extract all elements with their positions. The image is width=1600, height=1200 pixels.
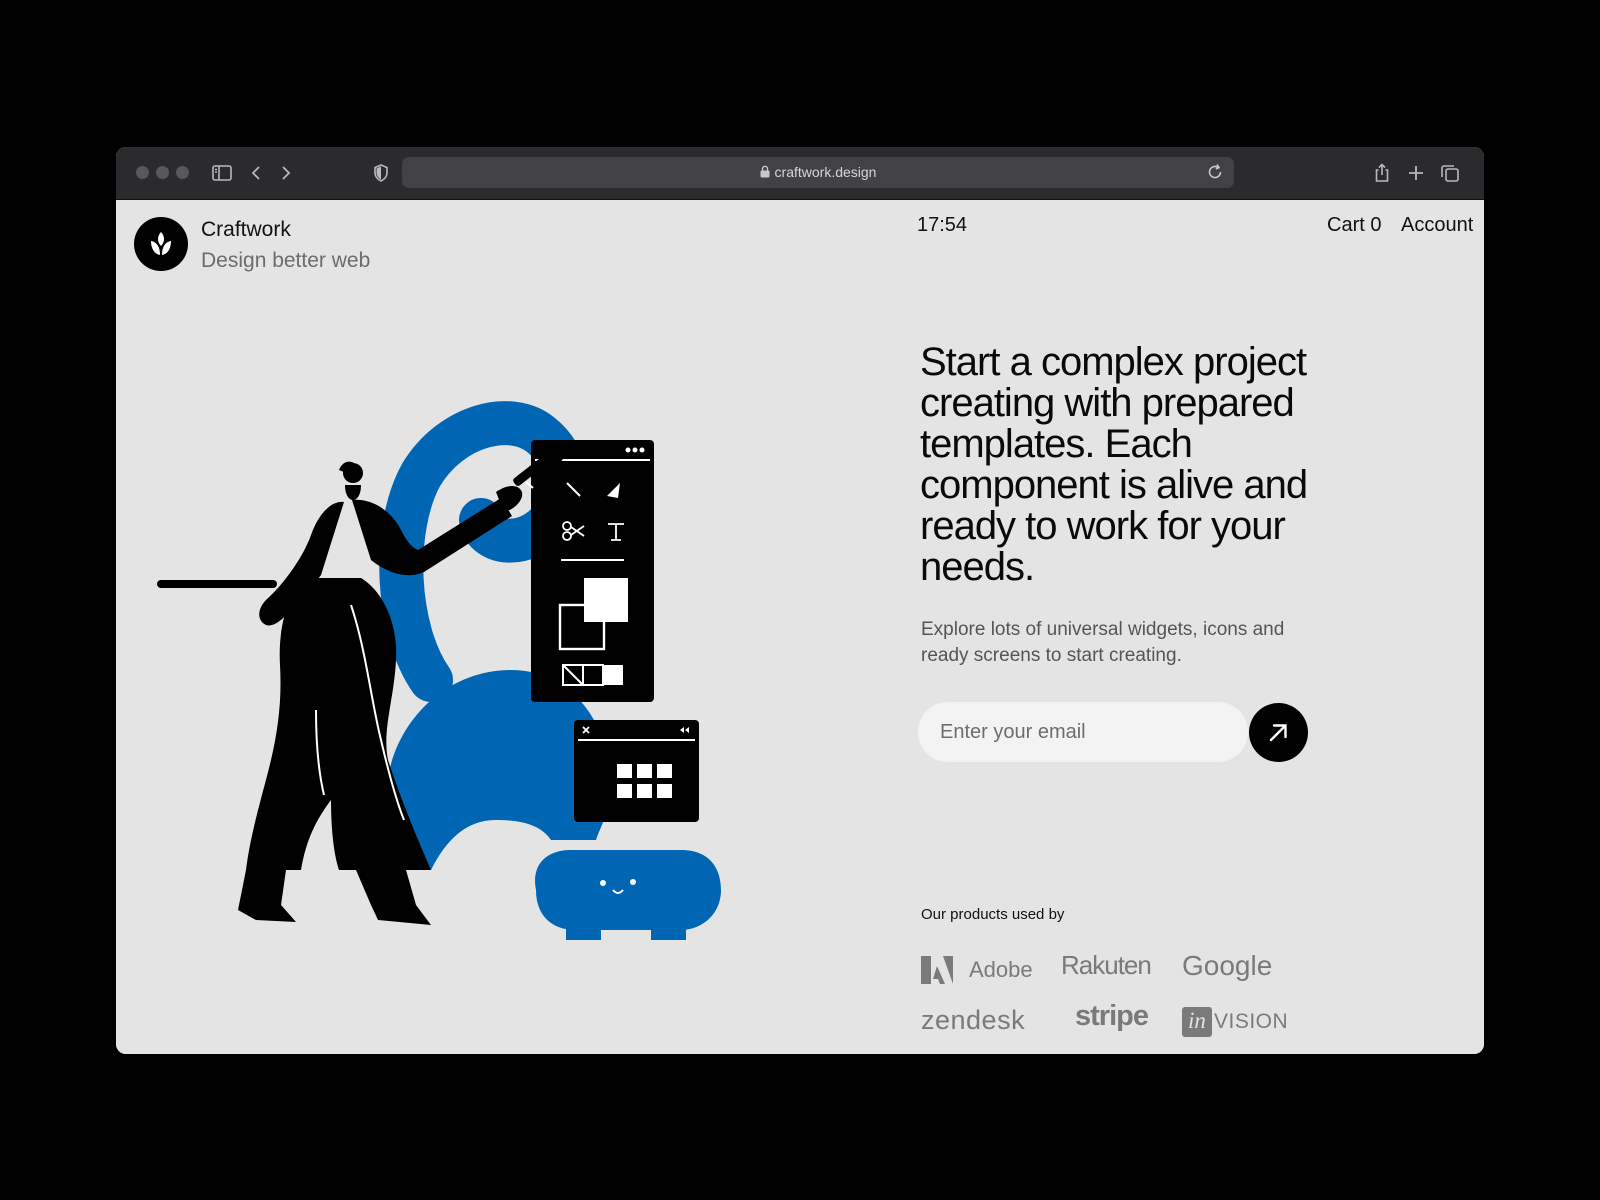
invision-logo-mark: in: [1182, 1007, 1212, 1037]
arrow-up-right-icon: [1269, 724, 1287, 742]
zendesk-logo: zendesk: [921, 1005, 1026, 1035]
leaf-icon: [151, 232, 171, 255]
reload-icon[interactable]: [1204, 161, 1226, 183]
cart-link[interactable]: Cart 0: [1327, 214, 1381, 237]
close-window-button[interactable]: [136, 166, 149, 179]
account-link[interactable]: Account: [1401, 214, 1473, 237]
browser-toolbar: craftwork.design: [116, 147, 1484, 200]
submit-email-button[interactable]: [1249, 703, 1308, 762]
grid-window-illustration: [574, 720, 699, 822]
clock-readout: 17:54: [917, 214, 968, 236]
adobe-logo: Adobe: [969, 957, 1033, 982]
hero-headline: Start a complex project creating with pr…: [920, 340, 1308, 589]
stripe-logo: stripe: [1075, 1000, 1149, 1032]
google-logo: Google: [1182, 950, 1273, 981]
chevron-right-icon[interactable]: [274, 161, 298, 185]
brand-logo[interactable]: [134, 217, 188, 271]
rakuten-logo: Rakuten: [1061, 950, 1152, 980]
url-display[interactable]: craftwork.design: [402, 157, 1234, 188]
invision-logo: VISION: [1214, 1010, 1289, 1033]
shield-icon[interactable]: [369, 161, 393, 185]
minimize-window-button[interactable]: [156, 166, 169, 179]
chevron-left-icon[interactable]: [244, 161, 268, 185]
email-field[interactable]: [918, 702, 1248, 762]
address-bar[interactable]: craftwork.design: [402, 157, 1234, 188]
url-text: craftwork.design: [774, 164, 877, 180]
lock-icon: [760, 165, 770, 178]
hero-illustration: [156, 400, 826, 940]
plus-icon[interactable]: [1404, 161, 1428, 185]
share-icon[interactable]: [1370, 161, 1394, 185]
tabs-overview-icon[interactable]: [1438, 161, 1462, 185]
hero-subheadline: Explore lots of universal widgets, icons…: [921, 619, 1285, 666]
zoom-window-button[interactable]: [176, 166, 189, 179]
tool-panel-illustration: [531, 440, 654, 702]
brand-name[interactable]: Craftwork: [201, 218, 291, 242]
email-field-wrapper: [918, 702, 1248, 762]
browser-window: craftwork.design Craftwork Design better…: [116, 147, 1484, 1054]
web-page: Craftwork Design better web 17:54 Cart 0…: [116, 200, 1484, 1054]
clients-label: Our products used by: [921, 906, 1065, 923]
sidebar-icon[interactable]: [210, 161, 234, 185]
brand-tagline: Design better web: [201, 249, 371, 272]
adobe-logo-mark: [921, 956, 953, 984]
